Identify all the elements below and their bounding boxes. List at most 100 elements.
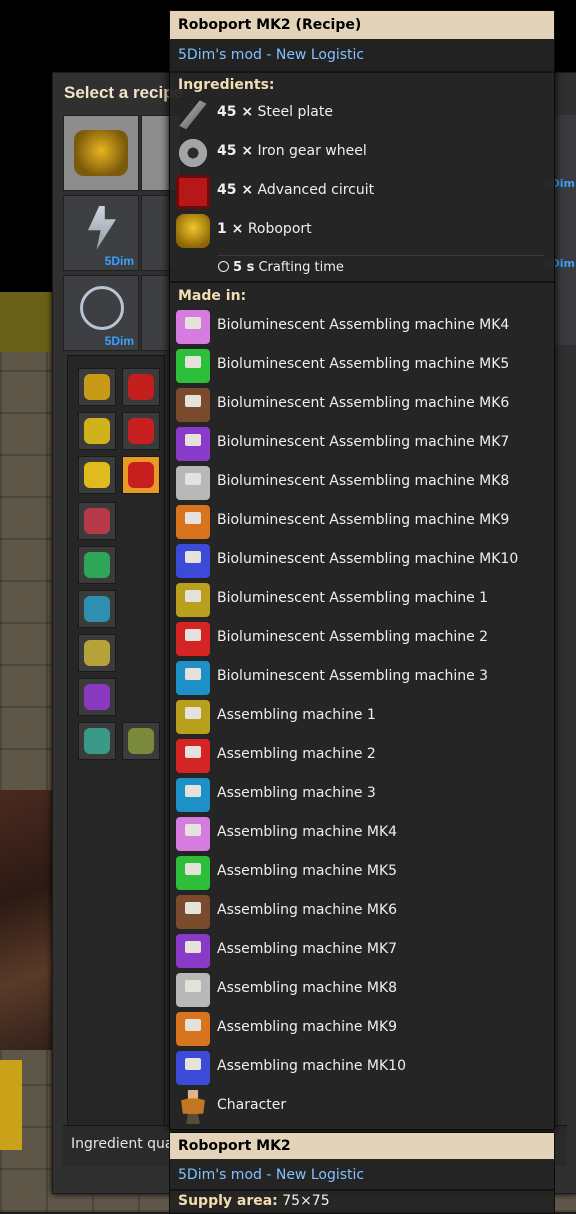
tooltip-divider: [170, 281, 554, 283]
ingredient-quality-label: Ingredient quali: [71, 1136, 182, 1152]
group-badge: 5Dim: [104, 254, 134, 268]
made-in-row: Bioluminescent Assembling machine MK10: [174, 542, 550, 578]
made-in-name: Bioluminescent Assembling machine MK7: [217, 434, 510, 450]
tooltip-mod-name: 5Dim's mod - New Logistic: [178, 47, 365, 63]
recipe-slot[interactable]: [122, 722, 160, 760]
assembling-machine-icon: [176, 856, 210, 890]
made-in-name: Assembling machine MK4: [217, 824, 398, 840]
made-in-row: Bioluminescent Assembling machine MK5: [174, 347, 550, 383]
tooltip-header: Roboport MK2 (Recipe): [170, 11, 554, 39]
made-in-name: Assembling machine 1: [217, 707, 376, 723]
ingredient-name: Steel plate: [257, 104, 333, 120]
ingredient-amount: 45 ×: [217, 104, 254, 120]
made-in-name: Bioluminescent Assembling machine MK8: [217, 473, 510, 489]
made-in-row: Bioluminescent Assembling machine 3: [174, 659, 550, 695]
tooltip-title: Roboport MK2 (Recipe): [178, 17, 362, 33]
made-in-name: Assembling machine MK7: [217, 941, 398, 957]
assembling-machine-icon: [176, 895, 210, 929]
recipe-slot[interactable]: [78, 546, 116, 584]
recipe-slot[interactable]: [122, 412, 160, 450]
made-in-name: Bioluminescent Assembling machine MK10: [217, 551, 519, 567]
made-in-row: Assembling machine MK6: [174, 893, 550, 929]
assembling-machine-icon: [176, 310, 210, 344]
made-in-row: Bioluminescent Assembling machine 1: [174, 581, 550, 617]
supply-area: Supply area: 75×75: [178, 1193, 330, 1209]
compass-group-icon: [80, 286, 124, 330]
made-in-name: Assembling machine MK6: [217, 902, 398, 918]
made-in-name: Bioluminescent Assembling machine MK4: [217, 317, 510, 333]
made-in-name: Bioluminescent Assembling machine MK9: [217, 512, 510, 528]
assembling-machine-icon: [176, 934, 210, 968]
world-machinery: [0, 790, 60, 1050]
tooltip-divider: [170, 71, 554, 73]
made-in-row: Bioluminescent Assembling machine 2: [174, 620, 550, 656]
item-tooltip-header: Roboport MK2: [170, 1133, 554, 1159]
recipe-slot[interactable]: [78, 590, 116, 628]
assembling-machine-icon: [176, 817, 210, 851]
made-in-row: Bioluminescent Assembling machine MK8: [174, 464, 550, 500]
recipe-slot[interactable]: [78, 678, 116, 716]
assembling-machine-icon: [176, 544, 210, 578]
crafting-divider: [218, 255, 544, 256]
made-in-row: Bioluminescent Assembling machine MK4: [174, 308, 550, 344]
ingredient-row: 45 × Steel plate: [174, 95, 550, 131]
window-title: Select a recipe: [64, 83, 184, 102]
made-in-name: Character: [217, 1097, 287, 1113]
assembling-machine-icon: [176, 466, 210, 500]
ingredient-name: Advanced circuit: [257, 182, 375, 198]
ingredients-heading: Ingredients:: [178, 77, 275, 93]
assembling-machine-icon: [176, 427, 210, 461]
assembling-machine-icon: [176, 973, 210, 1007]
recipe-slot[interactable]: [78, 456, 116, 494]
assembling-machine-icon: [176, 739, 210, 773]
crafting-time-value: 5 s: [233, 260, 255, 275]
ingredient-row: 1 × Roboport: [174, 212, 550, 248]
made-in-heading: Made in:: [178, 288, 247, 304]
made-in-name: Bioluminescent Assembling machine MK6: [217, 395, 510, 411]
made-in-row: Assembling machine MK7: [174, 932, 550, 968]
ingredient-row: 45 × Iron gear wheel: [174, 134, 550, 170]
made-in-row: Assembling machine MK5: [174, 854, 550, 890]
made-in-row: Assembling machine 3: [174, 776, 550, 812]
assembling-machine-icon: [176, 1012, 210, 1046]
made-in-row: Character: [174, 1088, 550, 1124]
recipe-slot-panel: [67, 355, 165, 1127]
made-in-row: Assembling machine MK10: [174, 1049, 550, 1085]
item-tooltip-mod-name: 5Dim's mod - New Logistic: [178, 1167, 365, 1183]
recipe-slot[interactable]: [78, 502, 116, 540]
recipe-slot[interactable]: [78, 634, 116, 672]
crafting-time: 5 s Crafting time: [218, 260, 344, 275]
recipe-slot[interactable]: [78, 368, 116, 406]
group-tab-energy[interactable]: 5Dim: [63, 195, 139, 271]
assembling-machine-icon: [176, 349, 210, 383]
recipe-slot[interactable]: [78, 722, 116, 760]
ingredient-amount: 45 ×: [217, 143, 254, 159]
power-plug-icon: [88, 206, 116, 250]
assembling-machine-icon: [176, 583, 210, 617]
made-in-row: Assembling machine MK4: [174, 815, 550, 851]
ingredient-name: Iron gear wheel: [257, 143, 367, 159]
assembling-machine-icon: [176, 1051, 210, 1085]
made-in-name: Bioluminescent Assembling machine MK5: [217, 356, 510, 372]
group-tab-combat[interactable]: 5Dim: [63, 275, 139, 351]
crafting-time-label: Crafting time: [258, 260, 344, 275]
group-tab-logistics[interactable]: [63, 115, 139, 191]
recipe-slot[interactable]: [122, 368, 160, 406]
ingredient-row: 45 × Advanced circuit: [174, 173, 550, 209]
world-structure: [0, 292, 60, 352]
tooltip-divider: [170, 1189, 554, 1191]
supply-area-value: 75×75: [282, 1193, 330, 1209]
made-in-row: Bioluminescent Assembling machine MK9: [174, 503, 550, 539]
made-in-row: Assembling machine 2: [174, 737, 550, 773]
assembling-machine-icon: [176, 622, 210, 656]
steel-plate-icon: [179, 100, 207, 130]
assembling-machine-icon: [176, 505, 210, 539]
recipe-tooltip: Roboport MK2 (Recipe) 5Dim's mod - New L…: [169, 10, 555, 1130]
made-in-name: Assembling machine MK8: [217, 980, 398, 996]
recipe-slot-selected[interactable]: [122, 456, 160, 494]
ingredient-amount: 45 ×: [217, 182, 254, 198]
character-icon: [181, 1090, 205, 1124]
roboport-icon: [176, 214, 210, 248]
recipe-slot[interactable]: [78, 412, 116, 450]
group-badge: 5Dim: [104, 334, 134, 348]
